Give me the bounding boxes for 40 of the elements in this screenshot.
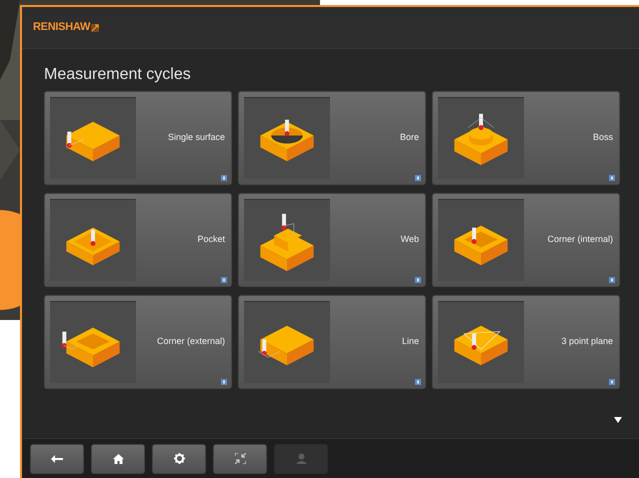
badge-icon (415, 277, 421, 283)
cycle-label: Corner (external) (156, 335, 225, 348)
cycle-tile[interactable]: Corner (external) (44, 295, 232, 389)
cycle-label: Pocket (197, 233, 225, 246)
home-button[interactable] (91, 444, 145, 474)
cycle-label: Line (402, 335, 419, 348)
badge-icon (609, 277, 615, 283)
cycle-tile[interactable]: Corner (internal) (432, 193, 620, 287)
home-icon (112, 454, 124, 464)
cycle-label: 3 point plane (561, 335, 613, 348)
badge-icon (609, 175, 615, 181)
person-icon (296, 453, 306, 464)
badge-icon (221, 175, 227, 181)
cycle-label: Bore (400, 131, 419, 144)
cycle-tile[interactable]: Boss (432, 91, 620, 185)
settings-icon (174, 453, 184, 464)
cycle-tile[interactable]: Web (238, 193, 426, 287)
badge-icon (221, 379, 227, 385)
cycle-label: Corner (internal) (547, 233, 613, 246)
badge-icon (415, 379, 421, 385)
settings-button[interactable] (152, 444, 206, 474)
badge-icon (415, 175, 421, 181)
cycle-tile[interactable]: Single surface (44, 91, 232, 185)
cycle-label: Single surface (168, 131, 225, 144)
cycle-label: Boss (592, 131, 613, 144)
page-title: Measurement cycles (44, 65, 191, 85)
back-arrow-icon (51, 454, 63, 462)
shrink-arrows-button[interactable] (213, 444, 267, 474)
cycle-label: Web (400, 233, 419, 246)
cycle-tile[interactable]: Pocket (44, 193, 232, 287)
logo-mark-icon (91, 24, 100, 32)
cycle-tile[interactable]: Bore (238, 91, 426, 185)
badge-icon (221, 277, 227, 283)
scroll-down-icon[interactable] (614, 417, 622, 423)
badge-icon (609, 379, 615, 385)
back-arrow-button[interactable] (30, 444, 84, 474)
cycle-tile[interactable]: Line (238, 295, 426, 389)
cycle-tile[interactable]: 3 point plane (432, 295, 620, 389)
logo-text: RENISHAW (33, 20, 90, 36)
shrink-arrows-icon (234, 453, 246, 464)
